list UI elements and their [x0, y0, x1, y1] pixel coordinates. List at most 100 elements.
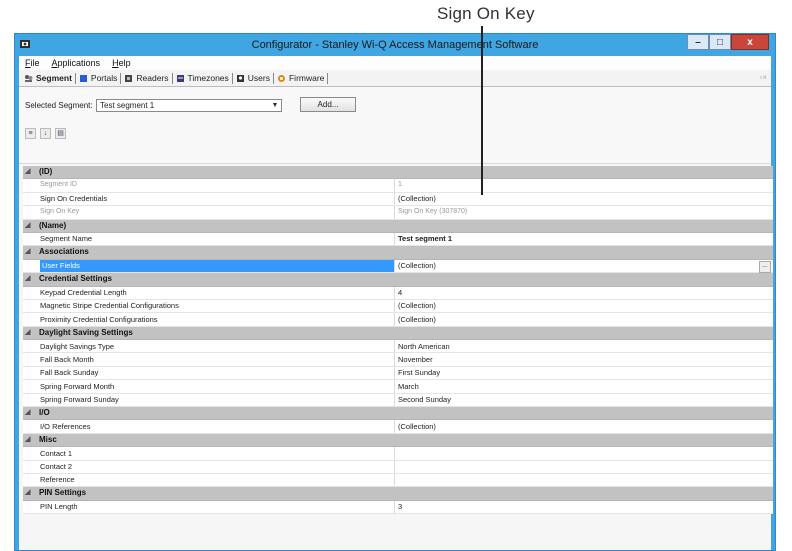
tab-label: Firmware — [288, 73, 325, 83]
callout-label: Sign On Key — [437, 4, 535, 23]
title-bar[interactable]: Configurator - Stanley Wi-Q Access Manag… — [15, 34, 775, 56]
collapse-icon[interactable]: ◢ — [25, 274, 35, 282]
reader-icon — [125, 74, 133, 82]
property-row[interactable]: Proximity Credential Configurations (Coll… — [23, 313, 773, 327]
property-row[interactable]: Spring Forward Sunday Second Sunday — [23, 393, 773, 408]
tab-timezones[interactable]: Timezones — [173, 72, 233, 84]
property-row[interactable]: Contact 1 — [23, 447, 773, 461]
property-name: Daylight Savings Type — [40, 341, 115, 351]
categorized-icon[interactable]: ≡ — [25, 128, 36, 139]
property-value: November — [398, 354, 433, 364]
tab-label: Segment — [36, 73, 72, 83]
property-row[interactable]: Sign On Key Sign On Key (307870) — [23, 206, 773, 220]
tab-portals[interactable]: Portals — [76, 72, 122, 84]
collapse-icon[interactable]: ◢ — [25, 408, 35, 416]
category-row[interactable]: ◢ Associations — [23, 246, 773, 260]
property-value-cell[interactable]: November — [394, 353, 773, 366]
maximize-button[interactable]: □ — [709, 34, 731, 50]
property-row[interactable]: Contact 2 — [23, 460, 773, 474]
category-row[interactable]: ◢ (Name) — [23, 219, 773, 233]
property-row[interactable]: PIN Length 3 — [23, 500, 773, 515]
property-row[interactable]: Fall Back Month November — [23, 353, 773, 367]
collapse-icon[interactable]: ◢ — [25, 247, 35, 255]
category-row[interactable]: ◢ Credential Settings — [23, 273, 773, 287]
category-row[interactable]: ◢ PIN Settings — [23, 487, 773, 501]
property-row[interactable]: Reference — [23, 473, 773, 488]
close-tab-icon[interactable]: ▫× — [759, 73, 767, 82]
add-segment-button[interactable]: Add... — [300, 97, 356, 112]
collapse-icon[interactable]: ◢ — [25, 488, 35, 496]
property-name: Sign On Credentials — [40, 194, 108, 204]
category-row[interactable]: ◢ I/O — [23, 407, 773, 421]
property-row[interactable]: Magnetic Stripe Credential Configuration… — [23, 299, 773, 314]
close-button[interactable]: x — [731, 34, 769, 50]
segment-select[interactable]: Test segment 1 ▼ — [96, 99, 282, 112]
property-row[interactable]: Segment ID 1 — [23, 179, 773, 193]
category-name: (ID) — [39, 167, 53, 176]
property-name: PIN Length — [40, 502, 78, 512]
collapse-icon[interactable]: ◢ — [25, 167, 35, 175]
property-value-cell[interactable]: North American — [394, 340, 773, 353]
property-grid: ◢ (ID) Segment ID 1 Sign On Credentials (Coll… — [23, 166, 773, 515]
property-value-cell[interactable]: (Collection) — [394, 313, 773, 326]
category-name: Associations — [39, 247, 89, 257]
collapse-icon[interactable]: ◢ — [25, 328, 35, 336]
property-row[interactable]: Fall Back Sunday First Sunday — [23, 366, 773, 381]
app-window: Configurator - Stanley Wi-Q Access Manag… — [14, 33, 776, 551]
tab-users[interactable]: Users — [233, 72, 274, 84]
property-pages-icon[interactable]: ▤ — [55, 128, 66, 139]
property-row[interactable]: Daylight Savings Type North American — [23, 340, 773, 354]
property-value-cell[interactable]: (Collection) — [394, 299, 773, 313]
chevron-down-icon[interactable]: ▼ — [270, 101, 280, 110]
property-value: (Collection) — [398, 261, 436, 271]
property-value-cell[interactable]: March — [394, 380, 773, 393]
property-name: Keypad Credential Length — [40, 288, 127, 298]
collapse-icon[interactable]: ◢ — [25, 221, 35, 229]
property-value: Sign On Key (307870) — [398, 207, 468, 215]
menu-help[interactable]: Help — [106, 58, 137, 68]
category-name: (Name) — [39, 220, 67, 230]
property-row[interactable]: Spring Forward Month March — [23, 380, 773, 394]
property-row[interactable]: Segment Name Test segment 1 — [23, 232, 773, 247]
ellipsis-button[interactable]: … — [759, 260, 771, 273]
property-value-cell[interactable]: 3 — [394, 500, 773, 514]
property-row[interactable]: I/O References (Collection) — [23, 420, 773, 434]
menu-applications[interactable]: Applications — [46, 58, 107, 68]
window-title: Configurator - Stanley Wi-Q Access Manag… — [251, 39, 539, 51]
category-name: PIN Settings — [39, 488, 87, 498]
property-name: Reference — [40, 475, 75, 485]
minimize-button[interactable]: – — [687, 34, 709, 50]
property-value-cell[interactable]: 4 — [394, 286, 773, 299]
property-name: Proximity Credential Configurations — [40, 314, 158, 324]
sort-alphabetical-icon[interactable]: ↓ — [40, 128, 51, 139]
selection-highlight — [40, 259, 394, 273]
property-value-cell[interactable]: (Collection) — [394, 420, 773, 433]
property-value-cell[interactable] — [394, 473, 773, 487]
property-name: Sign On Key — [40, 207, 80, 215]
window-controls: – □ x — [687, 34, 769, 51]
property-value-cell[interactable]: (Collection) — [394, 192, 773, 206]
tab-label: Users — [247, 73, 270, 83]
property-value-cell[interactable] — [394, 447, 773, 460]
tab-firmware[interactable]: Firmware — [274, 72, 329, 84]
tab-label: Portals — [90, 73, 118, 83]
category-row[interactable]: ◢ Misc — [23, 433, 773, 448]
property-value-cell[interactable]: Test segment 1 — [394, 232, 773, 246]
property-value-cell[interactable]: First Sunday — [394, 366, 773, 380]
property-row[interactable]: Keypad Credential Length 4 — [23, 286, 773, 300]
property-value-cell[interactable]: Sign On Key (307870) — [394, 206, 773, 219]
tab-segment[interactable]: Segment — [21, 72, 76, 84]
property-row[interactable]: User Fields (Collection)… — [23, 259, 773, 274]
property-value-cell[interactable]: Second Sunday — [394, 393, 773, 407]
property-value-cell[interactable]: (Collection) … — [394, 259, 773, 273]
collapse-icon[interactable]: ◢ — [25, 435, 35, 443]
property-value-cell[interactable] — [394, 460, 773, 473]
category-row[interactable]: ◢ Daylight Saving Settings — [23, 326, 773, 341]
property-value: North American — [398, 341, 450, 351]
property-row[interactable]: Sign On Credentials (Collection) — [23, 192, 773, 207]
callout-line — [481, 26, 483, 195]
tab-readers[interactable]: Readers — [121, 72, 173, 84]
menu-file[interactable]: File — [19, 58, 46, 68]
category-row[interactable]: ◢ (ID) — [23, 166, 773, 180]
property-value-cell[interactable]: 1 — [394, 179, 773, 192]
